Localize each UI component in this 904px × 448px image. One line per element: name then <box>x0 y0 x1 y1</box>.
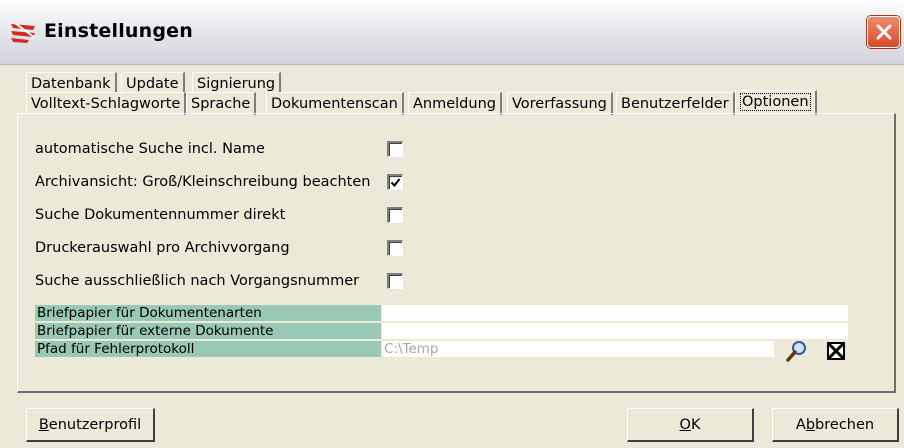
tab-optionen[interactable]: Optionen <box>735 90 817 115</box>
button-label: brechen <box>815 417 875 433</box>
tab-label: Update <box>126 76 179 92</box>
tab-label: Sprache <box>191 96 251 112</box>
field-label-error-log-path: Pfad für Fehlerprotokoll <box>35 341 381 357</box>
checkbox-process-number-search[interactable] <box>387 273 403 289</box>
tab-label: Datenbank <box>31 76 111 92</box>
checkmark-icon <box>390 178 401 188</box>
error-log-path-field[interactable]: C:\Temp <box>382 341 774 357</box>
clear-icon[interactable] <box>827 342 845 360</box>
tab-label: Vorerfassung <box>512 96 607 112</box>
option-label-process-number-search: Suche ausschließlich nach Vorgangsnummer <box>35 273 360 289</box>
checkbox-case-sensitive[interactable] <box>387 174 403 190</box>
checkbox-direct-doc-number[interactable] <box>387 207 403 223</box>
tab-benutzerfelder[interactable]: Benutzerfelder <box>616 92 735 115</box>
tab-dokumentenscan[interactable]: Dokumentenscan <box>266 92 404 115</box>
button-label: K <box>690 417 701 433</box>
tab-label: Volltext-Schlagworte <box>31 96 181 112</box>
button-mnemonic: O <box>679 417 691 433</box>
cancel-button[interactable]: Abbrechen <box>772 408 899 442</box>
option-label-printer-selection: Druckerauswahl pro Archivvorgang <box>35 240 290 256</box>
user-profile-button[interactable]: Benutzerprofil <box>26 408 155 442</box>
app-logo-icon <box>11 22 36 43</box>
tab-label: Optionen <box>740 93 811 111</box>
button-mnemonic: B <box>38 417 49 433</box>
magnifier-icon[interactable] <box>786 340 808 362</box>
title-bar: Einstellungen <box>0 0 904 65</box>
tab-label: Anmeldung <box>413 96 496 112</box>
tab-label: Benutzerfelder <box>621 96 729 112</box>
button-mnemonic: b <box>805 417 816 433</box>
tab-vorerfassung[interactable]: Vorerfassung <box>507 92 613 115</box>
checkbox-printer-selection[interactable] <box>387 240 403 256</box>
field-label-external-docs: Briefpapier für externe Dokumente <box>35 323 381 339</box>
letterhead-doc-types-field[interactable] <box>382 305 848 321</box>
tab-sprache[interactable]: Sprache <box>186 92 257 115</box>
window-title: Einstellungen <box>44 20 193 42</box>
checkbox-auto-search[interactable] <box>387 141 403 157</box>
ok-button[interactable]: OK <box>627 408 754 442</box>
close-icon <box>876 24 891 40</box>
field-label-doc-types: Briefpapier für Dokumentenarten <box>35 305 381 321</box>
letterhead-external-docs-field[interactable] <box>382 323 848 339</box>
option-label-auto-search: automatische Suche incl. Name <box>35 141 265 157</box>
tab-label: Dokumentenscan <box>271 96 398 112</box>
button-label: enutzerprofil <box>48 417 142 433</box>
tab-anmeldung[interactable]: Anmeldung <box>408 92 502 115</box>
close-button[interactable] <box>867 16 900 48</box>
option-label-direct-doc-number: Suche Dokumentennummer direkt <box>35 207 286 223</box>
option-label-case-sensitive: Archivansicht: Groß/Kleinschreibung beac… <box>35 174 371 190</box>
tab-volltext-schlagworte[interactable]: Volltext-Schlagworte <box>26 92 187 115</box>
tab-label: Signierung <box>197 76 276 92</box>
button-label: A <box>795 417 806 433</box>
